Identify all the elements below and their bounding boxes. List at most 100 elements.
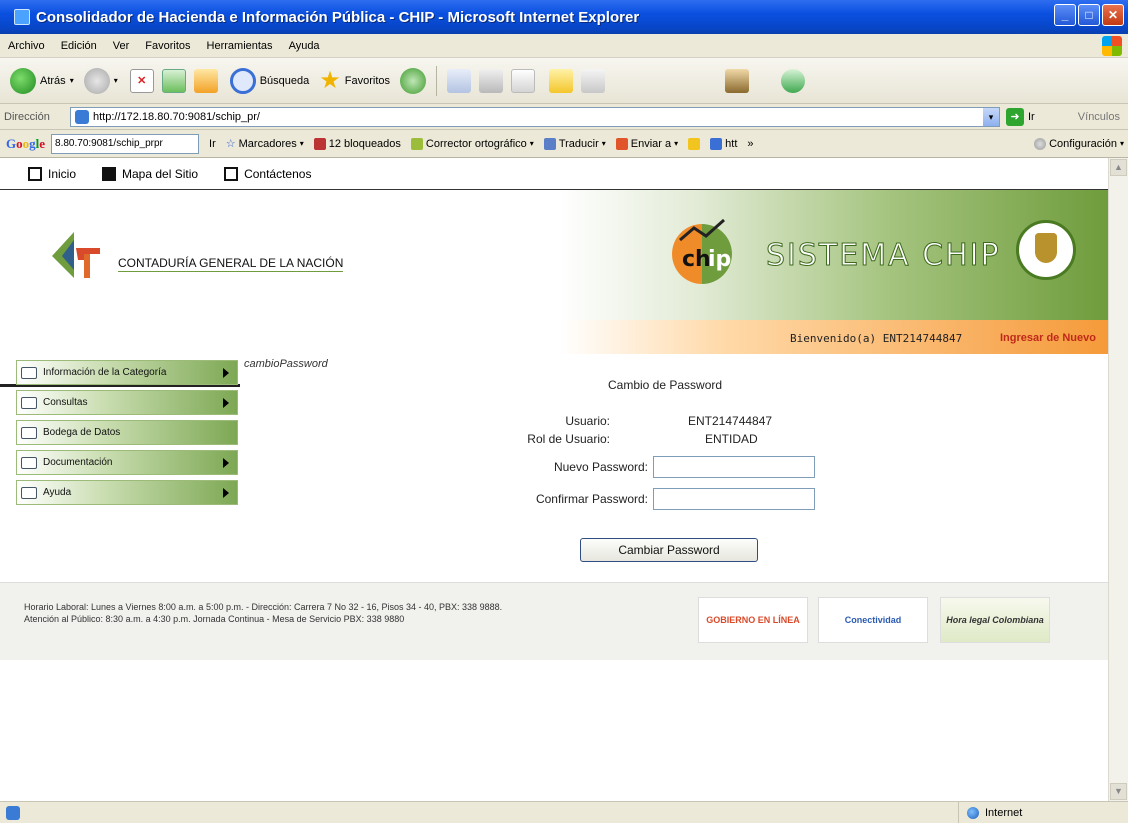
- edit-icon[interactable]: [511, 68, 536, 93]
- more-button[interactable]: »: [747, 138, 753, 150]
- highlight-button[interactable]: [688, 137, 701, 150]
- sidebar-item-bodega[interactable]: Bodega de Datos: [16, 420, 238, 445]
- system-title: SISTEMA CHIP: [766, 238, 1001, 274]
- confirm-password-input[interactable]: [653, 488, 815, 510]
- address-url: http://172.18.80.70:9081/schip_pr/: [93, 110, 260, 123]
- arrow-right-icon: [223, 368, 229, 378]
- close-button[interactable]: ✕: [1102, 4, 1124, 26]
- go-button[interactable]: Ir: [1028, 111, 1035, 123]
- org-name: CONTADURÍA GENERAL DE LA NACIÓN: [118, 256, 344, 272]
- contacts-icon[interactable]: [781, 68, 806, 93]
- minimize-button[interactable]: _: [1054, 4, 1076, 26]
- menu-herramientas[interactable]: Herramientas: [199, 40, 281, 52]
- popup-blocker-icon: [313, 137, 326, 150]
- translate-icon: [543, 137, 556, 150]
- htt-button[interactable]: htt: [710, 137, 737, 150]
- site-top-nav: Inicio Mapa del Sitio Contáctenos: [0, 158, 1108, 190]
- menu-ver[interactable]: Ver: [105, 40, 138, 52]
- change-password-button[interactable]: Cambiar Password: [580, 538, 758, 562]
- favorites-button[interactable]: ★ Favoritos: [319, 66, 390, 95]
- password-form: cambioPassword Cambio de Password Usuari…: [240, 358, 1108, 578]
- scroll-up-icon[interactable]: ▲: [1110, 159, 1127, 176]
- user-value: ENT214744847: [688, 414, 773, 428]
- window-title-bar: Consolidador de Hacienda e Información P…: [0, 0, 1128, 34]
- menu-archivo[interactable]: Archivo: [0, 40, 53, 52]
- settings-icon: [1034, 137, 1047, 150]
- research-icon[interactable]: [725, 68, 750, 93]
- google-logo[interactable]: Google: [6, 136, 45, 152]
- search-icon: [229, 67, 256, 94]
- google-search-input[interactable]: 8.80.70:9081/schip_prpr: [51, 133, 200, 154]
- refresh-icon[interactable]: [161, 68, 186, 93]
- query-icon: [21, 396, 37, 409]
- globe-icon: [967, 806, 979, 819]
- svg-text:ch: ch: [682, 247, 711, 272]
- favorites-label: Favoritos: [344, 74, 391, 87]
- sidebar-item-ayuda[interactable]: Ayuda: [16, 480, 238, 505]
- bookmarks-button[interactable]: ☆ Marcadores ▾: [225, 137, 304, 151]
- home-icon[interactable]: [193, 68, 218, 93]
- welcome-text: Bienvenido(a) ENT214744847: [790, 332, 963, 345]
- menu-bar: Archivo Edición Ver Favoritos Herramient…: [0, 34, 1128, 58]
- back-button[interactable]: Atrás ▾: [10, 67, 74, 94]
- windows-logo-icon: [1102, 36, 1122, 56]
- page-content: Inicio Mapa del Sitio Contáctenos CONTAD…: [0, 158, 1108, 801]
- star-icon: ★: [319, 67, 341, 94]
- search-button[interactable]: Búsqueda: [229, 67, 309, 94]
- address-input[interactable]: http://172.18.80.70:9081/schip_pr/ ▾: [70, 106, 1000, 127]
- go-arrow-icon[interactable]: ➜: [1006, 107, 1024, 126]
- nav-contactenos[interactable]: Contáctenos: [224, 166, 311, 181]
- settings-button[interactable]: Configuración ▾: [1034, 137, 1124, 150]
- address-bar: Dirección http://172.18.80.70:9081/schip…: [0, 104, 1128, 130]
- page-status-icon: [6, 805, 20, 820]
- maximize-button[interactable]: □: [1078, 4, 1100, 26]
- google-toolbar: Google 8.80.70:9081/schip_prpr Ir ☆ Marca…: [0, 130, 1128, 158]
- sidebar-item-consultas[interactable]: Consultas: [16, 390, 238, 415]
- category-icon: [21, 366, 37, 379]
- address-label: Dirección: [4, 110, 50, 123]
- scroll-down-icon[interactable]: ▼: [1110, 783, 1127, 800]
- print-icon[interactable]: [479, 68, 504, 93]
- new-password-input[interactable]: [653, 456, 815, 478]
- hora-legal-logo[interactable]: Hora legal Colombiana: [940, 597, 1050, 643]
- forward-dropdown-icon[interactable]: ▾: [114, 76, 118, 85]
- star-outline-icon: ☆: [225, 138, 236, 150]
- menu-favoritos[interactable]: Favoritos: [137, 40, 198, 52]
- security-zone: Internet: [958, 802, 1128, 823]
- history-icon[interactable]: [400, 67, 427, 94]
- svg-text:ip: ip: [708, 247, 731, 272]
- translate-button[interactable]: Traducir ▾: [543, 137, 606, 150]
- sidebar-item-documentacion[interactable]: Documentación: [16, 450, 238, 475]
- colombia-seal-icon: [1016, 220, 1076, 280]
- messenger-icon[interactable]: [581, 68, 606, 93]
- arrow-right-icon: [223, 458, 229, 468]
- popup-blocker-button[interactable]: 12 bloqueados: [313, 137, 401, 150]
- cgn-logo: [52, 232, 100, 278]
- sidebar: Información de la Categoría Consultas Bo…: [16, 360, 238, 510]
- conectividad-logo[interactable]: Conectividad: [818, 597, 928, 643]
- footer-info: Horario Laboral: Lunes a Viernes 8:00 a.…: [24, 601, 502, 625]
- stop-icon[interactable]: ✕: [129, 68, 154, 93]
- mail-icon[interactable]: [447, 68, 472, 93]
- sidebar-item-informacion[interactable]: Información de la Categoría: [16, 360, 238, 385]
- folder-icon[interactable]: [549, 68, 574, 93]
- address-dropdown-icon[interactable]: ▾: [983, 107, 999, 126]
- send-icon: [615, 137, 628, 150]
- footer-attention: Atención al Público: 8:30 a.m. a 4:30 p.…: [24, 614, 405, 624]
- google-go-button[interactable]: Ir: [209, 138, 216, 150]
- send-to-button[interactable]: Enviar a ▾: [615, 137, 678, 150]
- forward-button[interactable]: ▾: [83, 67, 118, 94]
- nav-mapa-sitio[interactable]: Mapa del Sitio: [102, 166, 198, 181]
- links-label[interactable]: Vínculos: [1078, 111, 1120, 123]
- back-arrow-icon: [10, 67, 36, 94]
- back-dropdown-icon[interactable]: ▾: [70, 76, 74, 85]
- gobierno-en-linea-logo[interactable]: GOBIERNO EN LÍNEA: [698, 597, 808, 643]
- spellcheck-button[interactable]: Corrector ortográfico ▾: [410, 137, 534, 150]
- role-value: ENTIDAD: [705, 432, 758, 446]
- vertical-scrollbar[interactable]: ▲ ▼: [1108, 158, 1128, 801]
- menu-edicion[interactable]: Edición: [53, 40, 105, 52]
- menu-ayuda[interactable]: Ayuda: [281, 40, 328, 52]
- chip-logo: ch ip: [672, 218, 732, 284]
- nav-inicio[interactable]: Inicio: [28, 166, 76, 181]
- reenter-link[interactable]: Ingresar de Nuevo: [1000, 332, 1096, 344]
